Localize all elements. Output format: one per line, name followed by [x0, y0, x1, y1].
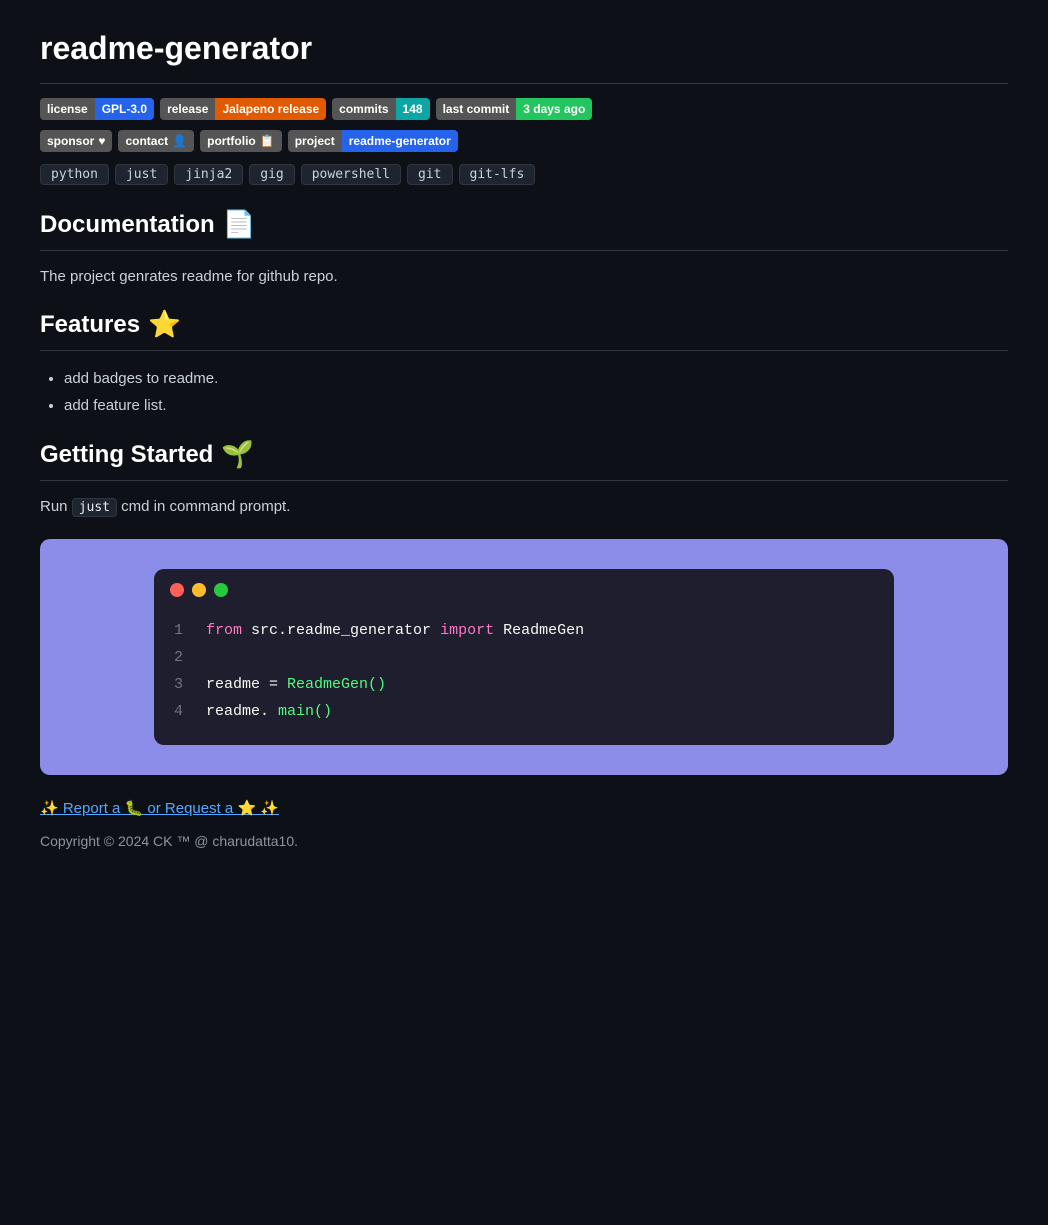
release-badge-label: release — [160, 98, 215, 120]
license-badge-value: GPL-3.0 — [95, 98, 154, 120]
tag-git-lfs: git-lfs — [459, 164, 536, 185]
tag-just: just — [115, 164, 168, 185]
feature-item-1: add badges to readme. — [64, 365, 1008, 392]
tag-git: git — [407, 164, 452, 185]
code-readme-dot: readme. — [206, 703, 269, 720]
code-text-1: from src.readme_generator import ReadmeG… — [206, 617, 584, 644]
features-divider — [40, 350, 1008, 351]
documentation-body: The project genrates readme for github r… — [40, 265, 1008, 289]
portfolio-badge-label: portfolio 📋 — [200, 130, 282, 152]
line-num-3: 3 — [174, 671, 190, 698]
link-badges-row: sponsor ♥ contact 👤 portfolio 📋 project … — [40, 130, 1008, 152]
commits-badge-value: 148 — [396, 98, 430, 120]
code-readmegen-call: ReadmeGen() — [287, 676, 386, 693]
feature-item-2: add feature list. — [64, 392, 1008, 419]
footer-copyright: Copyright © 2024 CK ™ @ charudatta10. — [40, 833, 1008, 849]
code-block-wrapper: 1 from src.readme_generator import Readm… — [40, 539, 1008, 775]
tag-gig: gig — [249, 164, 294, 185]
code-module-path: src.readme_generator — [251, 622, 440, 639]
lastcommit-badge: last commit 3 days ago — [436, 98, 593, 120]
project-badge-value: readme-generator — [342, 130, 458, 152]
kw-from: from — [206, 622, 242, 639]
code-text-3: readme = ReadmeGen() — [206, 671, 386, 698]
line-num-2: 2 — [174, 644, 190, 671]
contact-badge[interactable]: contact 👤 — [118, 130, 194, 152]
code-window-titlebar — [154, 569, 894, 607]
code-content: 1 from src.readme_generator import Readm… — [154, 607, 894, 745]
getting-started-emoji: 🌱 — [221, 439, 254, 470]
commits-badge-label: commits — [332, 98, 395, 120]
features-heading: Features ⭐ — [40, 309, 1008, 340]
window-dot-red — [170, 583, 184, 597]
contact-person-icon: 👤 — [172, 134, 187, 148]
report-request-link[interactable]: ✨ Report a 🐛 or Request a ⭐ ✨ — [40, 800, 279, 817]
line-num-4: 4 — [174, 698, 190, 725]
contact-badge-label: contact 👤 — [118, 130, 194, 152]
tag-jinja2: jinja2 — [174, 164, 243, 185]
kw-import: import — [440, 622, 494, 639]
license-badge: license GPL-3.0 — [40, 98, 154, 120]
documentation-heading-text: Documentation — [40, 211, 215, 239]
getting-started-body: Run just cmd in command prompt. — [40, 495, 1008, 519]
documentation-divider — [40, 250, 1008, 251]
code-text-4: readme. main() — [206, 698, 332, 725]
project-badge[interactable]: project readme-generator — [288, 130, 458, 152]
features-body: add badges to readme. add feature list. — [40, 365, 1008, 419]
tags-row: python just jinja2 gig powershell git gi… — [40, 164, 1008, 185]
sponsor-heart-icon: ♥ — [98, 134, 105, 148]
code-line-1: 1 from src.readme_generator import Readm… — [174, 617, 874, 644]
tag-python: python — [40, 164, 109, 185]
code-equals: = — [269, 676, 287, 693]
documentation-body-text: The project genrates readme for github r… — [40, 268, 338, 285]
code-text-2 — [206, 644, 215, 671]
tag-powershell: powershell — [301, 164, 401, 185]
code-line-3: 3 readme = ReadmeGen() — [174, 671, 874, 698]
project-badge-label: project — [288, 130, 342, 152]
window-dot-green — [214, 583, 228, 597]
just-inline-code: just — [72, 498, 117, 517]
getting-started-heading-text: Getting Started — [40, 441, 213, 469]
title-divider — [40, 83, 1008, 84]
documentation-emoji: 📄 — [223, 209, 256, 240]
sponsor-badge-label: sponsor ♥ — [40, 130, 112, 152]
line-num-1: 1 — [174, 617, 190, 644]
commits-badge: commits 148 — [332, 98, 429, 120]
code-window: 1 from src.readme_generator import Readm… — [154, 569, 894, 745]
code-line-2: 2 — [174, 644, 874, 671]
sponsor-badge[interactable]: sponsor ♥ — [40, 130, 112, 152]
badges-row: license GPL-3.0 release Jalapeno release… — [40, 98, 1008, 120]
code-var-readme: readme — [206, 676, 269, 693]
release-badge-value: Jalapeno release — [215, 98, 326, 120]
documentation-heading: Documentation 📄 — [40, 209, 1008, 240]
license-badge-label: license — [40, 98, 95, 120]
lastcommit-badge-value: 3 days ago — [516, 98, 592, 120]
page-title: readme-generator — [40, 30, 1008, 67]
getting-started-heading: Getting Started 🌱 — [40, 439, 1008, 470]
code-line-4: 4 readme. main() — [174, 698, 874, 725]
features-heading-text: Features — [40, 311, 140, 339]
portfolio-clipboard-icon: 📋 — [260, 134, 275, 148]
release-badge: release Jalapeno release — [160, 98, 326, 120]
code-main-call: main() — [278, 703, 332, 720]
footer-link-row: ✨ Report a 🐛 or Request a ⭐ ✨ — [40, 799, 1008, 817]
getting-started-divider — [40, 480, 1008, 481]
lastcommit-badge-label: last commit — [436, 98, 517, 120]
window-dot-yellow — [192, 583, 206, 597]
features-emoji: ⭐ — [148, 309, 181, 340]
features-list: add badges to readme. add feature list. — [40, 365, 1008, 419]
portfolio-badge[interactable]: portfolio 📋 — [200, 130, 282, 152]
code-class-name: ReadmeGen — [503, 622, 584, 639]
